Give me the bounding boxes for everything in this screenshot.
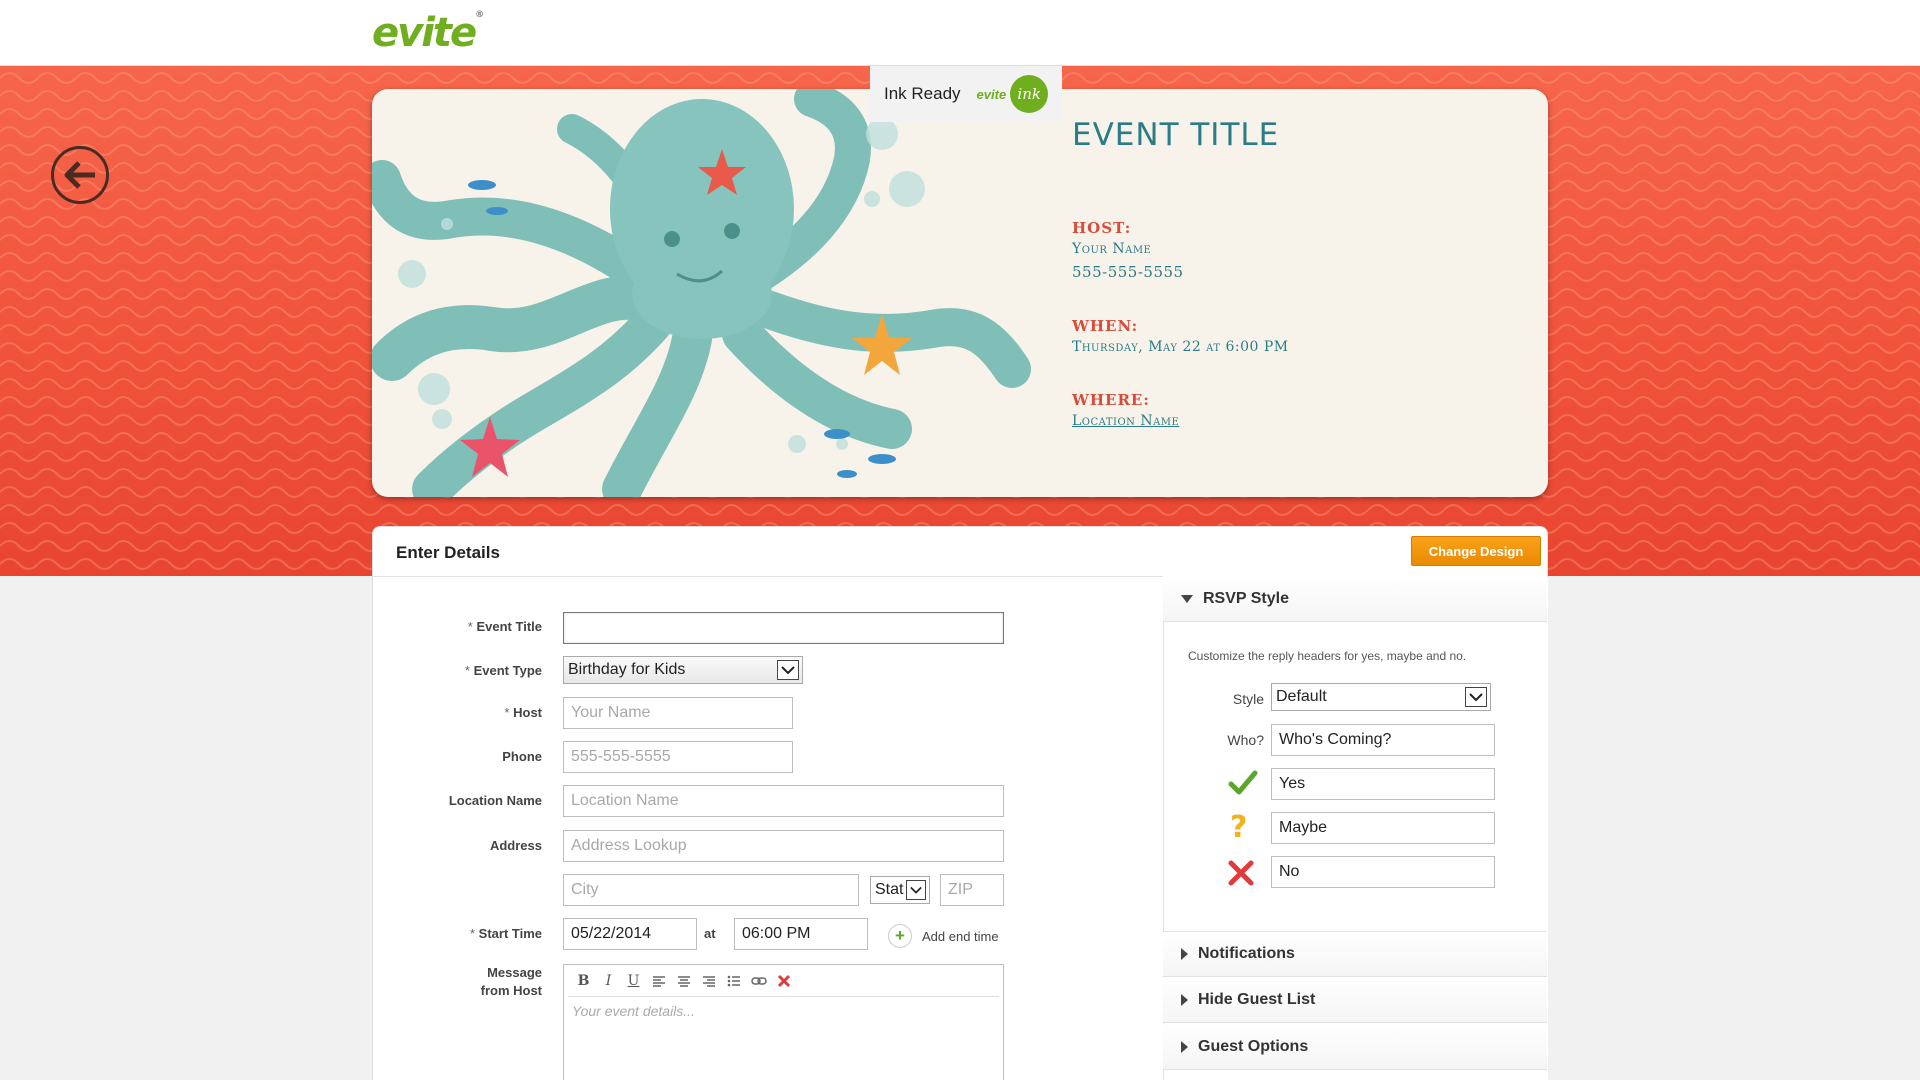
rsvp-style-header[interactable]: RSVP Style [1163,576,1547,622]
italic-icon[interactable]: I [599,971,618,991]
ink-logo-icon: ink [1010,75,1049,113]
panel-header: Enter Details Change Design [373,527,1547,577]
message-label: Message from Host [372,964,542,1000]
host-input[interactable] [563,697,793,729]
required-mark: * [469,926,476,941]
logo-text: evite [372,10,477,56]
zip-input[interactable] [940,874,1004,906]
event-type-label-text: Event Type [473,663,542,678]
state-select[interactable]: Stat [870,876,930,904]
card-where-label: WHERE: [1072,391,1150,409]
hide-guest-list-title: Hide Guest List [1198,990,1316,1008]
logo-mark: ® [475,10,485,20]
card-where-link[interactable]: Location Name [1072,413,1532,429]
notifications-header[interactable]: Notifications [1163,931,1547,977]
triangle-down-icon [1181,594,1193,603]
no-input[interactable] [1271,856,1495,888]
guest-options-title: Guest Options [1198,1037,1309,1055]
triangle-right-icon [1181,1040,1188,1053]
message-label-line1: Message [487,965,542,980]
rsvp-style-title: RSVP Style [1203,589,1289,607]
required-mark: * [464,663,470,678]
event-title-input[interactable] [563,612,1004,644]
chevron-down-icon [777,660,799,680]
card-event-title: EVENT TITLE [1072,117,1280,153]
style-label: Style [1232,691,1264,707]
start-time-label-text: Start Time [478,926,542,941]
host-label-text: Host [513,705,542,720]
start-time-input[interactable] [734,918,868,950]
maybe-input[interactable] [1271,812,1495,844]
card-when-label: WHEN: [1072,317,1139,335]
x-mark-icon [1228,860,1254,891]
card-host-name: Your Name [1072,241,1152,257]
plus-icon: + [888,924,912,948]
address-label: Address [489,838,542,853]
rsvp-style-select[interactable]: Default [1271,683,1491,711]
panel-title: Enter Details [396,543,500,562]
state-value: Stat [875,881,904,898]
add-end-time-button[interactable]: + Add end time [888,924,999,948]
event-type-select[interactable]: Birthday for Kids [563,656,803,684]
evite-logo[interactable]: evite® [372,10,484,56]
phone-label: Phone [502,749,542,764]
required-mark: * [504,705,510,720]
align-right-icon[interactable] [699,971,718,991]
location-label: Location Name [448,793,542,808]
rsvp-style-value: Default [1276,688,1327,705]
octopus-illustration [372,89,1031,497]
who-input[interactable] [1271,724,1495,756]
card-when-value: Thursday, May 22 at 6:00 PM [1072,339,1289,355]
start-date-input[interactable] [563,918,697,950]
align-center-icon[interactable] [674,971,693,991]
arrow-left-icon [64,161,95,189]
message-label-line2: from Host [480,983,542,998]
ink-ready-badge[interactable]: Ink Ready evite ink [870,66,1062,122]
link-icon[interactable] [749,971,768,991]
clear-format-icon[interactable] [774,971,793,991]
card-host-label: HOST: [1072,219,1132,237]
location-input[interactable] [563,785,1004,817]
ink-brand-text: evite [976,86,1007,102]
address-input[interactable] [563,830,1004,862]
event-title-label: * Event Title [372,618,542,636]
card-event-details: EVENT TITLE HOST: Your Name 555-555-5555… [1072,117,1532,429]
add-end-time-label: Add end time [922,928,999,944]
message-placeholder: Your event details... [572,1003,695,1019]
align-left-icon[interactable] [649,971,668,991]
start-time-label: * Start Time [372,925,542,943]
guest-options-header[interactable]: Guest Options [1163,1024,1547,1070]
chevron-down-icon [906,880,926,900]
who-label: Who? [1227,732,1264,748]
top-header: evite® [0,0,1920,66]
notifications-title: Notifications [1198,945,1295,962]
triangle-right-icon [1181,948,1188,960]
question-mark-icon: ? [1230,810,1248,845]
event-title-label-text: Event Title [476,619,542,634]
card-host-phone: 555-555-5555 [1072,263,1184,281]
host-label: * Host [372,704,542,722]
event-type-value: Birthday for Kids [568,661,686,678]
change-design-button[interactable]: Change Design [1411,536,1541,566]
bullet-list-icon[interactable] [724,971,743,991]
triangle-right-icon [1181,993,1188,1006]
event-type-label: * Event Type [372,662,542,680]
hide-guest-list-header[interactable]: Hide Guest List [1163,977,1547,1023]
city-input[interactable] [563,874,859,906]
ink-ready-label: Ink Ready [884,84,961,103]
message-editor[interactable]: B I U Your event details... [563,964,1004,1080]
bold-icon[interactable]: B [574,971,593,991]
editor-toolbar: B I U [568,965,999,997]
yes-input[interactable] [1271,768,1495,800]
chevron-down-icon [1465,687,1487,707]
invitation-card-preview[interactable]: EVENT TITLE HOST: Your Name 555-555-5555… [372,89,1548,497]
back-button[interactable] [51,146,109,204]
rsvp-style-description: Customize the reply headers for yes, may… [1188,649,1467,663]
checkmark-icon [1228,770,1258,801]
underline-icon[interactable]: U [624,971,643,991]
required-mark: * [467,619,473,634]
phone-input[interactable] [563,741,793,773]
at-label: at [704,926,716,941]
